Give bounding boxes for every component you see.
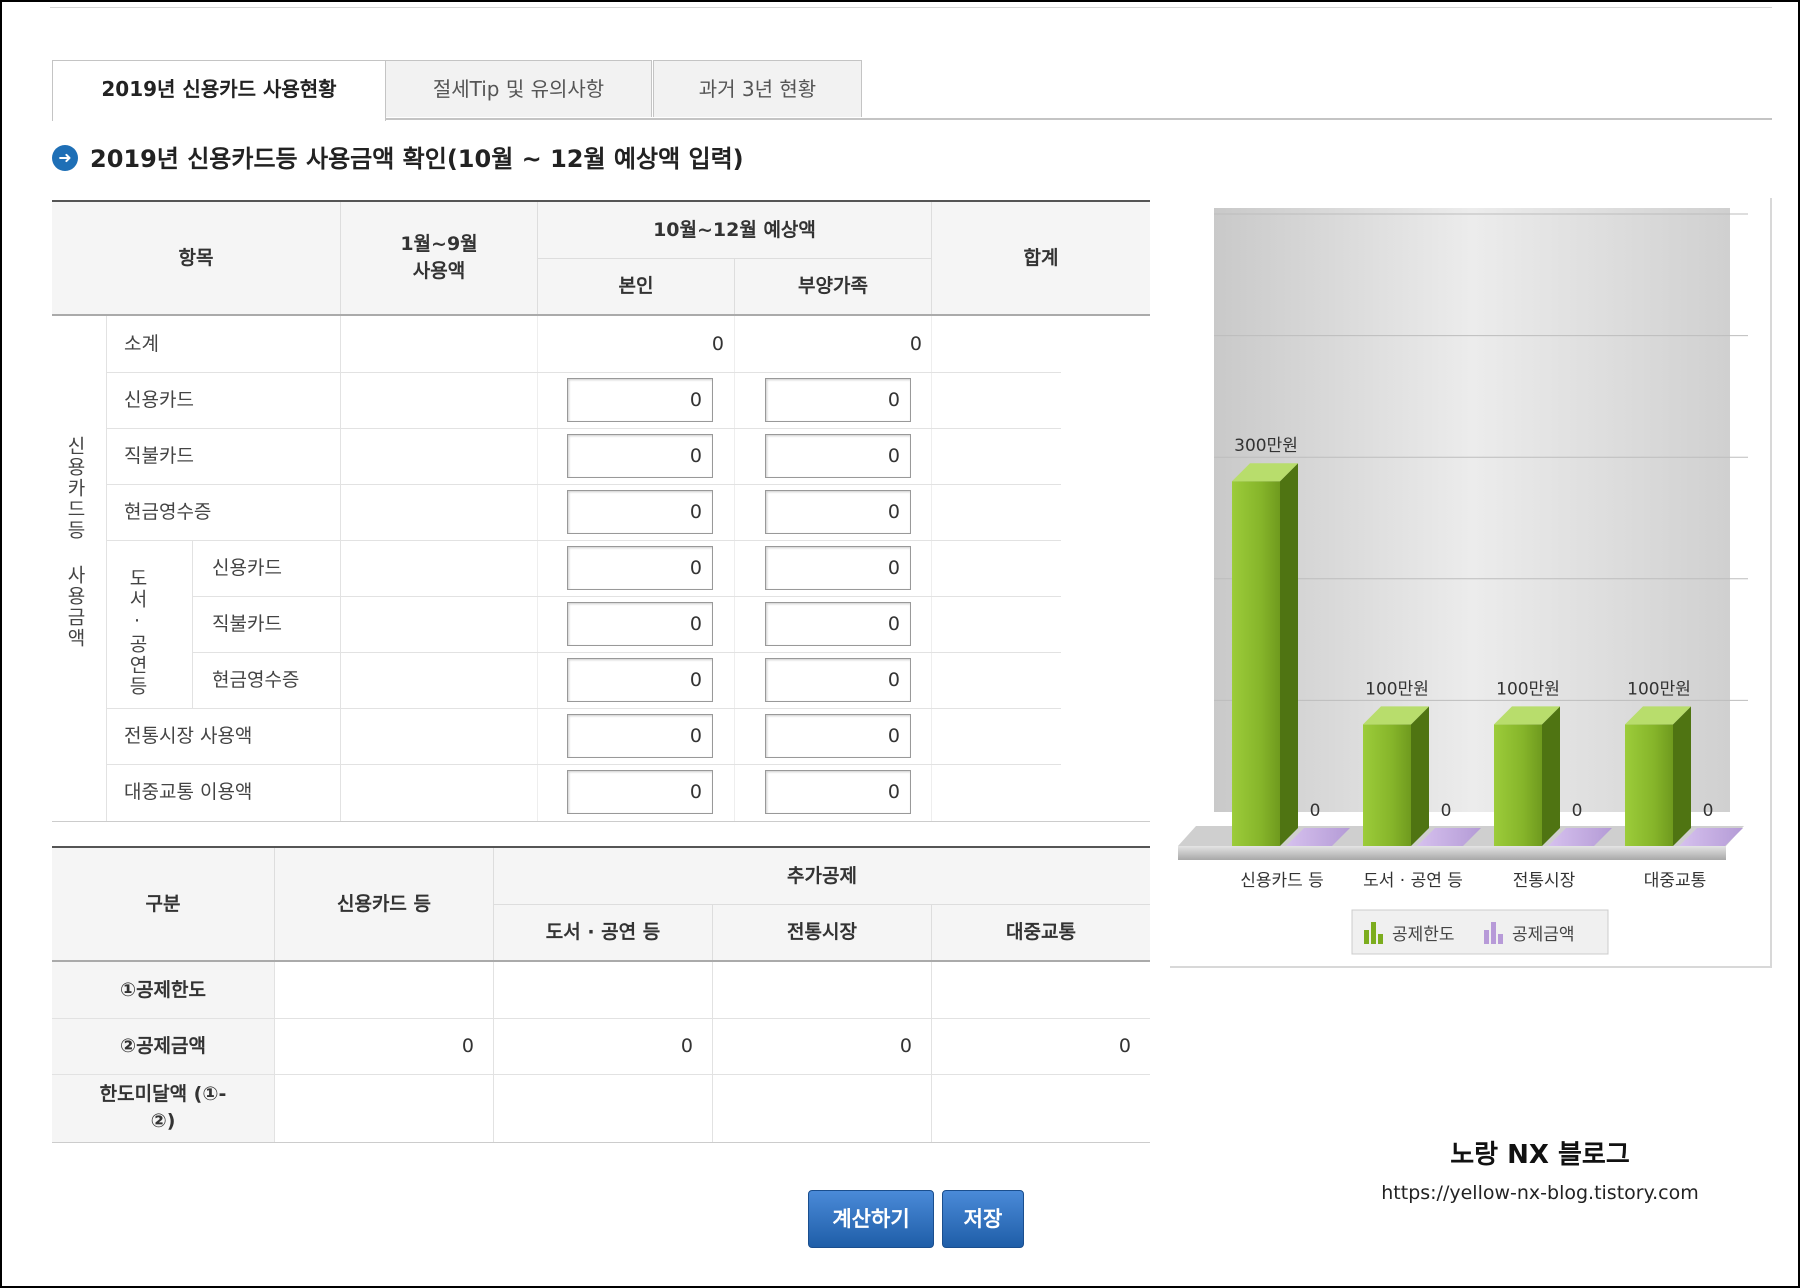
traditional-market-self-input[interactable] xyxy=(567,714,713,758)
bar-label-deduction-amount: 0 xyxy=(1703,801,1714,821)
x-tick-label: 신용카드 등 xyxy=(1240,871,1324,891)
section-heading: ➜ 2019년 신용카드등 사용금액 확인(10월 ~ 12월 예상액 입력) xyxy=(52,142,744,176)
cash-receipt-dependents-input[interactable] xyxy=(765,490,911,534)
public-transit-dependents-input[interactable] xyxy=(765,770,911,814)
deduction-chart: 300만원 0 신용카드 등 100만원 0 도서 · 공연 등 100만원 0 전통시장 100… xyxy=(1170,198,1772,968)
bar-deduction-limit xyxy=(1232,481,1280,846)
row-label-limit-shortfall: 한도미달액 (①-②) xyxy=(52,1074,274,1142)
legend-deduction-limit-icon xyxy=(1378,934,1383,944)
row-label-books-cash-receipt: 현금영수증 xyxy=(212,669,300,691)
cash-receipt-self-input[interactable] xyxy=(567,490,713,534)
calculate-button[interactable]: 계산하기 xyxy=(808,1190,934,1248)
header-public-transit: 대중교통 xyxy=(1006,921,1076,944)
bar-deduction-limit-side xyxy=(1673,706,1691,846)
bar-deduction-limit xyxy=(1625,724,1673,846)
x-tick-label: 도서 · 공연 등 xyxy=(1363,871,1463,891)
subtotal-dependents-value: 0 xyxy=(909,333,922,355)
legend-deduction-amount-icon xyxy=(1484,930,1489,944)
chart-floor-front xyxy=(1178,846,1726,860)
credit-card-self-input[interactable] xyxy=(567,378,713,422)
debit-card-self-input[interactable] xyxy=(567,434,713,478)
bar-deduction-limit-side xyxy=(1411,706,1429,846)
x-tick-label: 전통시장 xyxy=(1513,871,1576,891)
tab-tax-tips[interactable]: 절세Tip 및 유의사항 xyxy=(385,60,652,117)
header-item: 항목 xyxy=(178,246,214,269)
bar-label-deduction-amount: 0 xyxy=(1441,801,1452,821)
arrow-circle-icon: ➜ xyxy=(52,145,78,171)
tab-usage-status[interactable]: 2019년 신용카드 사용현황 xyxy=(52,60,386,121)
group-label-books: 도서·공연등 xyxy=(126,568,148,697)
header-traditional-market: 전통시장 xyxy=(787,921,857,944)
usage-table-body: 신용카드등 사용금액 도서·공연등 소계 0 0 신용카드 직불카드 현금영수증… xyxy=(52,316,1150,822)
header-additional-deduction: 추가공제 xyxy=(787,864,857,887)
row-label-credit-card: 신용카드 xyxy=(124,389,194,411)
bar-deduction-limit xyxy=(1494,724,1542,846)
traditional-market-dependents-input[interactable] xyxy=(765,714,911,758)
legend-deduction-limit-icon xyxy=(1371,922,1376,944)
bar-label-deduction-limit: 300만원 xyxy=(1234,436,1298,456)
blog-url: https://yellow-nx-blog.tistory.com xyxy=(1381,1182,1699,1204)
row-label-books-debit-card: 직불카드 xyxy=(212,613,282,635)
section-heading-text: 2019년 신용카드등 사용금액 확인(10월 ~ 12월 예상액 입력) xyxy=(90,145,744,173)
books-debit-card-dependents-input[interactable] xyxy=(765,602,911,646)
bar-label-deduction-limit: 100만원 xyxy=(1627,679,1691,699)
bar-label-deduction-amount: 0 xyxy=(1572,801,1583,821)
bar-deduction-limit xyxy=(1363,724,1411,846)
deduction-amount-credit: 0 xyxy=(461,1035,474,1057)
row-label-cash-receipt: 현금영수증 xyxy=(124,501,212,523)
deduction-amount-transit: 0 xyxy=(1118,1035,1131,1057)
bar-label-deduction-limit: 100만원 xyxy=(1365,679,1429,699)
tab-past-3-years[interactable]: 과거 3년 현황 xyxy=(653,60,862,117)
usage-table-header: 항목 1월~9월 사용액 10월~12월 예상액 본인 부양가족 합계 xyxy=(52,202,1150,316)
bar-deduction-limit-side xyxy=(1280,463,1298,846)
deduction-table: 구분 신용카드 등 추가공제 도서 · 공연 등 전통시장 대중교통 ①공제한도… xyxy=(52,846,1150,1143)
top-divider xyxy=(50,0,1772,8)
bar-label-deduction-amount: 0 xyxy=(1310,801,1321,821)
subtotal-self-value: 0 xyxy=(711,333,724,355)
row-label-deduction-amount: ②공제금액 xyxy=(52,1018,274,1074)
row-label-public-transit: 대중교통 이용액 xyxy=(124,781,253,803)
credit-card-dependents-input[interactable] xyxy=(765,378,911,422)
header-books-performances: 도서 · 공연 등 xyxy=(545,921,661,944)
header-jan-sep: 1월~9월 사용액 xyxy=(400,233,478,282)
group-label-credit-usage: 신용카드등 사용금액 xyxy=(64,436,86,649)
books-debit-card-self-input[interactable] xyxy=(567,602,713,646)
books-cash-receipt-dependents-input[interactable] xyxy=(765,658,911,702)
row-label-traditional-market: 전통시장 사용액 xyxy=(124,725,253,747)
usage-table: 항목 1월~9월 사용액 10월~12월 예상액 본인 부양가족 합계 신용카드… xyxy=(52,200,1150,822)
header-self: 본인 xyxy=(618,275,654,298)
deduction-amount-market: 0 xyxy=(899,1035,912,1057)
debit-card-dependents-input[interactable] xyxy=(765,434,911,478)
header-oct-dec: 10월~12월 예상액 xyxy=(653,218,816,241)
legend-deduction-amount-icon xyxy=(1491,922,1496,944)
legend-deduction-limit-icon xyxy=(1364,930,1369,944)
row-label-deduction-limit: ①공제한도 xyxy=(52,962,274,1018)
deduction-amount-books: 0 xyxy=(680,1035,693,1057)
bar-label-deduction-limit: 100만원 xyxy=(1496,679,1560,699)
x-tick-label: 대중교통 xyxy=(1644,871,1707,891)
save-button[interactable]: 저장 xyxy=(942,1190,1024,1248)
tab-bar: 2019년 신용카드 사용현황 절세Tip 및 유의사항 과거 3년 현황 xyxy=(52,60,1772,121)
row-label-debit-card: 직불카드 xyxy=(124,445,194,467)
public-transit-self-input[interactable] xyxy=(567,770,713,814)
bar-deduction-limit-side xyxy=(1542,706,1560,846)
deduction-table-body: ①공제한도 ②공제금액 한도미달액 (①-②) 0 0 0 0 xyxy=(52,962,1150,1143)
header-dependents: 부양가족 xyxy=(798,275,868,298)
row-label-subtotal: 소계 xyxy=(124,333,159,355)
header-total: 합계 xyxy=(1023,246,1059,269)
legend-deduction-limit-label: 공제한도 xyxy=(1392,925,1455,945)
row-label-books-credit-card: 신용카드 xyxy=(212,557,282,579)
books-credit-card-dependents-input[interactable] xyxy=(765,546,911,590)
legend-deduction-amount-label: 공제금액 xyxy=(1512,925,1575,945)
header-credit-card-etc: 신용카드 등 xyxy=(336,892,431,915)
deduction-table-header: 구분 신용카드 등 추가공제 도서 · 공연 등 전통시장 대중교통 xyxy=(52,848,1150,962)
deduction-chart-svg: 300만원 0 신용카드 등 100만원 0 도서 · 공연 등 100만원 0 전통시장 100… xyxy=(1178,208,1748,955)
books-credit-card-self-input[interactable] xyxy=(567,546,713,590)
header-category: 구분 xyxy=(145,892,181,915)
books-cash-receipt-self-input[interactable] xyxy=(567,658,713,702)
legend-deduction-amount-icon xyxy=(1498,934,1503,944)
blog-title: 노랑 NX 블로그 xyxy=(1450,1140,1630,1170)
